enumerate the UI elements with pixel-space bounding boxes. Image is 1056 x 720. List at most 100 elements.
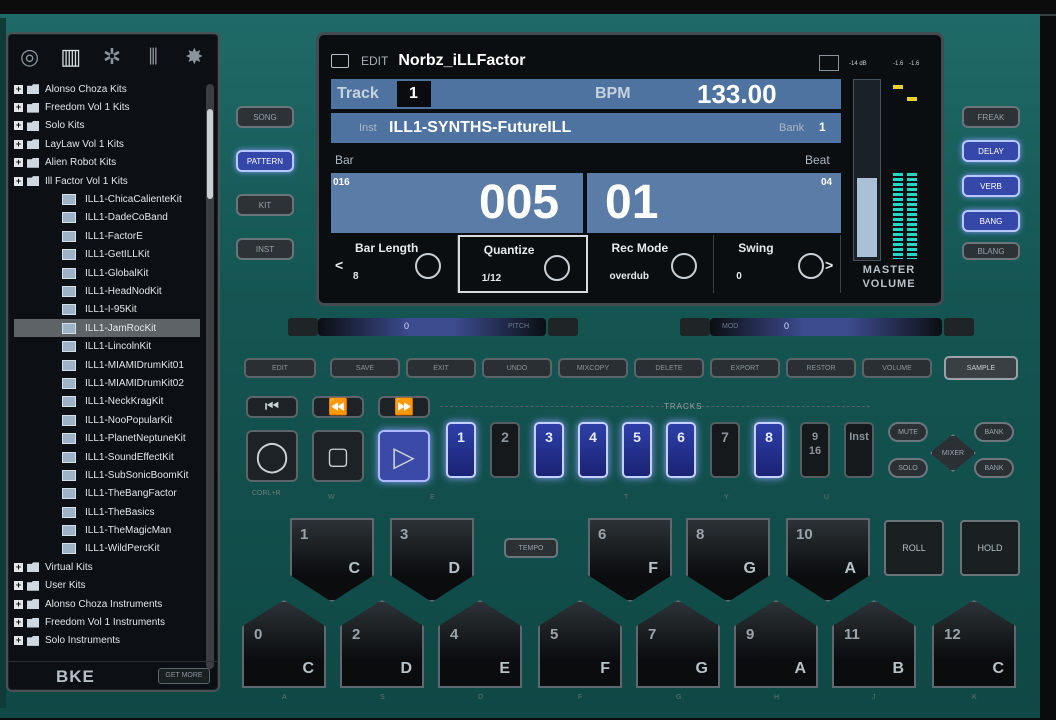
fx-button-bang[interactable]: BANG — [962, 210, 1020, 232]
browser-scrollbar[interactable] — [206, 84, 214, 669]
kit-item[interactable]: ILL1-TheMagicMan — [14, 521, 200, 539]
kit-item[interactable]: ILL1-GlobalKit — [14, 264, 200, 282]
track-button-1[interactable]: 1 — [446, 422, 476, 478]
expand-icon[interactable]: + — [14, 581, 23, 591]
folder-item[interactable]: + LayLaw Vol 1 Kits — [14, 135, 200, 153]
disc-icon[interactable]: ◎ — [15, 42, 45, 72]
kit-item[interactable]: ILL1-NeckKragKit — [14, 393, 200, 411]
solo-button[interactable]: SOLO — [888, 458, 928, 478]
prev-button[interactable]: ⏪ — [312, 396, 364, 418]
toolbar-delete-button[interactable]: DELETE — [634, 358, 704, 378]
folder-item[interactable]: + Alonso Choza Kits — [14, 80, 200, 98]
gear-icon[interactable]: ✲ — [97, 42, 127, 72]
expand-icon[interactable]: + — [14, 121, 23, 131]
pitch-wheel-right[interactable] — [548, 318, 578, 336]
mod-wheel-left[interactable] — [680, 318, 710, 336]
track-button-6[interactable]: 6 — [666, 422, 696, 478]
knob-icon[interactable] — [798, 253, 824, 279]
expand-icon[interactable]: + — [14, 176, 23, 186]
pitch-wheel[interactable]: 0 PITCH — [318, 318, 546, 336]
folder-item[interactable]: + Solo Kits — [14, 117, 200, 135]
kit-item[interactable]: ILL1-MIAMIDrumKit02 — [14, 374, 200, 392]
kit-item[interactable]: ILL1-LincolnKit — [14, 337, 200, 355]
kit-item[interactable]: ILL1-SoundEffectKit — [14, 448, 200, 466]
param-quantize[interactable]: Quantize 1/12 — [457, 235, 588, 293]
kit-item[interactable]: ILL1-I-95Kit — [14, 301, 200, 319]
mod-wheel[interactable]: MOD 0 — [710, 318, 942, 336]
folder-item[interactable]: + Solo Instruments — [14, 632, 200, 650]
kit-item[interactable]: ILL1-WildPercKit — [14, 540, 200, 558]
toolbar-exit-button[interactable]: EXIT — [406, 358, 476, 378]
record-button[interactable]: ◯ — [246, 430, 298, 482]
expand-icon[interactable]: + — [14, 636, 23, 646]
track-button-8[interactable]: 8 — [754, 422, 784, 478]
knob-icon[interactable] — [543, 255, 570, 281]
mode-button-song[interactable]: SONG — [236, 106, 294, 128]
track-button-7[interactable]: 7 — [710, 422, 740, 478]
kit-item[interactable]: ILL1-TheBangFactor — [14, 485, 200, 503]
kit-item[interactable]: ILL1-HeadNodKit — [14, 282, 200, 300]
folder-item[interactable]: + Alonso Choza Instruments — [14, 595, 200, 613]
kit-item[interactable]: ILL1-ChicaCalienteKit — [14, 190, 200, 208]
toolbar-mixcopy-button[interactable]: MIXCOPY — [558, 358, 628, 378]
tempo-button[interactable]: TEMPO — [504, 538, 558, 558]
folder-item[interactable]: + Ill Factor Vol 1 Kits — [14, 172, 200, 190]
track-button-10[interactable]: Inst — [844, 422, 874, 478]
keyboard-icon[interactable]: ▥ — [56, 42, 86, 72]
param-swing[interactable]: Swing 0 — [714, 235, 841, 293]
kit-item[interactable]: ILL1-JamRocKit — [14, 319, 200, 338]
mixer-icon[interactable]: ⦀ — [138, 42, 168, 72]
kit-item[interactable]: ILL1-NooPopularKit — [14, 411, 200, 429]
fx-button-delay[interactable]: DELAY — [962, 140, 1020, 162]
folder-item[interactable]: + Freedom Vol 1 Kits — [14, 98, 200, 116]
mod-wheel-right[interactable] — [944, 318, 974, 336]
hold-button[interactable]: HOLD — [960, 520, 1020, 576]
folder-item[interactable]: + User Kits — [14, 577, 200, 595]
kit-item[interactable]: ILL1-PlanetNeptuneKit — [14, 429, 200, 447]
folder-icon[interactable] — [331, 54, 349, 68]
mute-button[interactable]: MUTE — [888, 422, 928, 442]
play-button[interactable]: ▷ — [378, 430, 430, 482]
track-value-box[interactable]: 1 — [397, 81, 431, 107]
fx-button-verb[interactable]: VERB — [962, 175, 1020, 197]
folder-item[interactable]: + Alien Robot Kits — [14, 154, 200, 172]
keyboard-icon[interactable] — [819, 55, 839, 71]
fx-button-blang[interactable]: BLANG — [962, 242, 1020, 260]
expand-icon[interactable]: + — [14, 618, 23, 628]
get-more-button[interactable]: GET MORE — [158, 668, 210, 684]
track-button-5[interactable]: 5 — [622, 422, 652, 478]
track-button-4[interactable]: 4 — [578, 422, 608, 478]
toolbar-volume-button[interactable]: VOLUME — [862, 358, 932, 378]
toolbar-restor-button[interactable]: RESTOR — [786, 358, 856, 378]
bank-up-button[interactable]: BANK — [974, 422, 1014, 442]
master-volume-fader[interactable] — [853, 79, 881, 261]
bar-box[interactable]: 016 005 — [331, 173, 583, 233]
param-bar-length[interactable]: Bar Length 8 — [331, 235, 458, 293]
expand-icon[interactable]: + — [14, 599, 23, 609]
expand-icon[interactable]: + — [14, 562, 23, 572]
stop-button[interactable]: ▢ — [312, 430, 364, 482]
track-button-3[interactable]: 3 — [534, 422, 564, 478]
kit-item[interactable]: ILL1-TheBasics — [14, 503, 200, 521]
toolbar-save-button[interactable]: SAVE — [330, 358, 400, 378]
expand-icon[interactable]: + — [14, 158, 23, 168]
edit-label[interactable]: EDIT — [361, 54, 388, 68]
bank-down-button[interactable]: BANK — [974, 458, 1014, 478]
expand-icon[interactable]: + — [14, 84, 23, 94]
param-right-arrow[interactable]: > — [825, 257, 833, 273]
bpm-value[interactable]: 133.00 — [697, 79, 777, 110]
toolbar-export-button[interactable]: EXPORT — [710, 358, 780, 378]
kit-item[interactable]: ILL1-DadeCoBand — [14, 209, 200, 227]
mode-button-inst[interactable]: INST — [236, 238, 294, 260]
kit-item[interactable]: ILL1-MIAMIDrumKit01 — [14, 356, 200, 374]
beat-box[interactable]: 01 04 — [587, 173, 841, 233]
kit-item[interactable]: ILL1-SubSonicBoomKit — [14, 466, 200, 484]
burst-icon[interactable]: ✸ — [179, 42, 209, 72]
track-button-9[interactable]: 9 16 — [800, 422, 830, 478]
toolbar-undo-button[interactable]: UNDO — [482, 358, 552, 378]
browser-scroll-thumb[interactable] — [207, 109, 213, 199]
instrument-name[interactable]: ILL1-SYNTHS-FutureILL — [389, 119, 571, 137]
param-rec-mode[interactable]: Rec Mode overdub — [588, 235, 715, 293]
kit-item[interactable]: ILL1-FactorE — [14, 227, 200, 245]
next-button[interactable]: ⏩ — [378, 396, 430, 418]
